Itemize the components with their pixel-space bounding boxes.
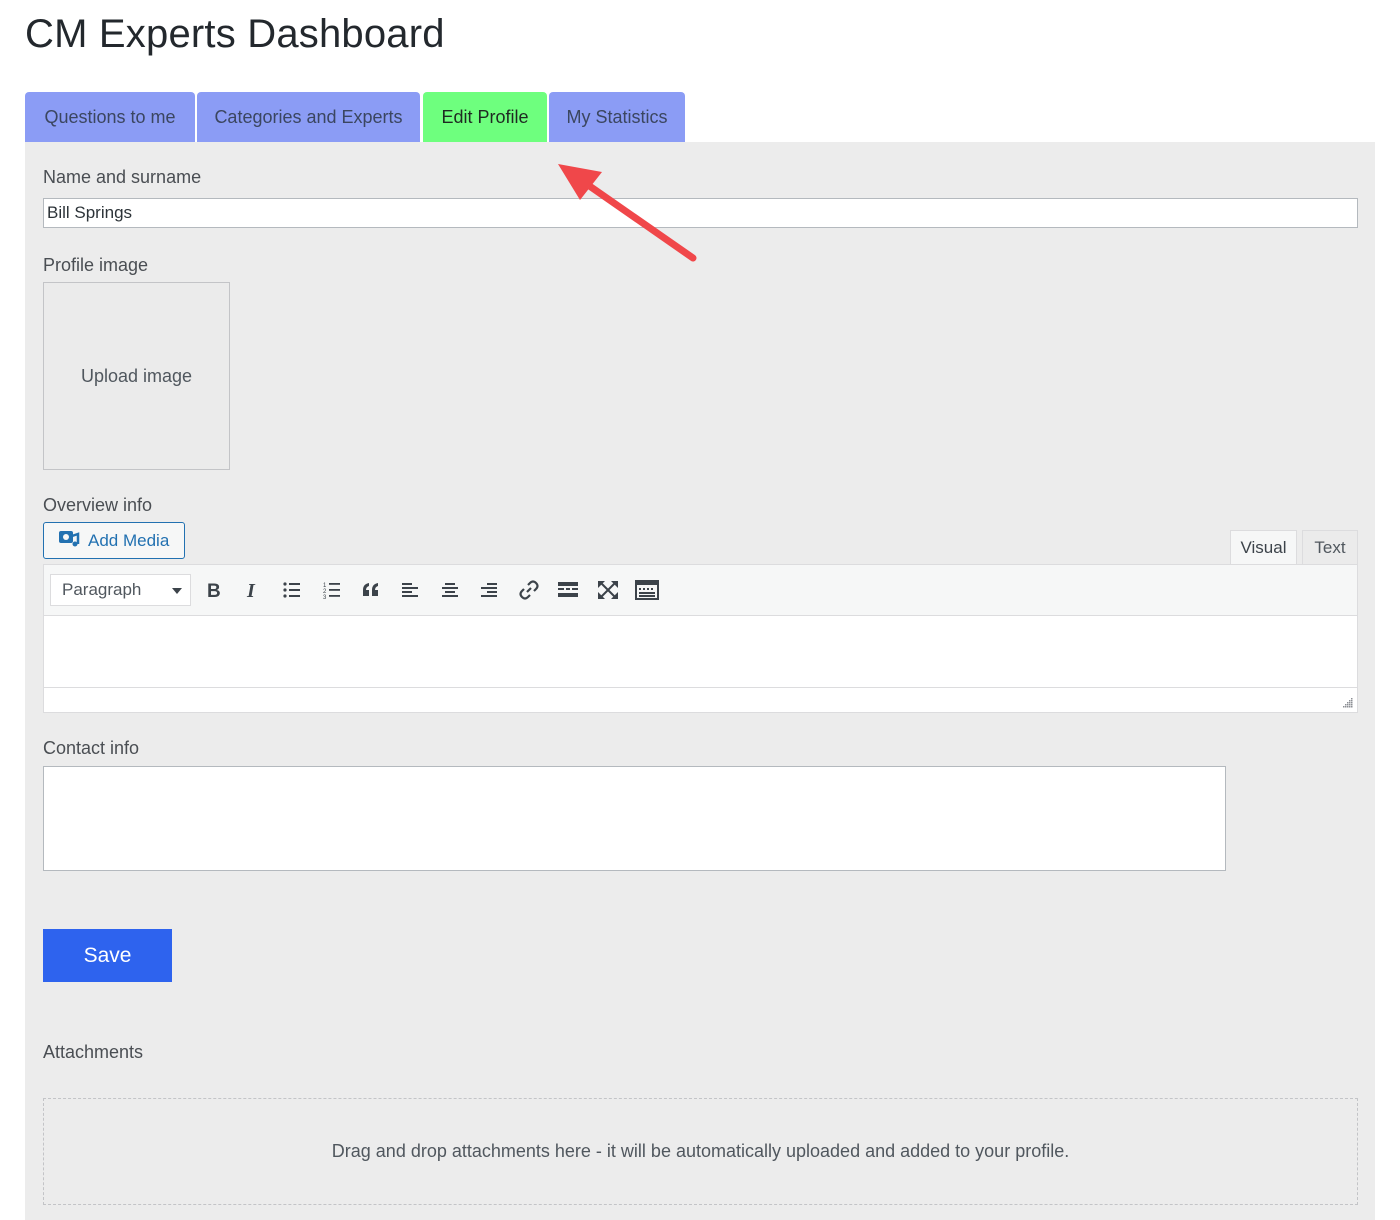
tab-edit-profile[interactable]: Edit Profile <box>423 92 547 142</box>
edit-profile-panel: Name and surname Profile image Upload im… <box>25 142 1375 1220</box>
editor-status-bar <box>44 687 1357 712</box>
tab-my-statistics[interactable]: My Statistics <box>549 92 685 142</box>
name-label: Name and surname <box>43 167 202 187</box>
editor-toolbar: Paragraph B I 1 2 3 <box>44 565 1357 616</box>
overview-editor: Paragraph B I 1 2 3 <box>43 564 1358 713</box>
format-select-value: Paragraph <box>62 580 142 599</box>
align-left-icon[interactable] <box>395 575 425 605</box>
profile-image-label: Profile image <box>43 255 149 275</box>
add-media-icon <box>58 528 80 553</box>
read-more-icon[interactable] <box>553 575 583 605</box>
save-button[interactable]: Save <box>43 929 172 982</box>
align-right-icon[interactable] <box>474 575 504 605</box>
annotation-arrow-icon <box>558 164 697 262</box>
tab-questions-to-me[interactable]: Questions to me <box>25 92 195 142</box>
link-icon[interactable] <box>514 575 544 605</box>
numbered-list-icon[interactable]: 1 2 3 <box>317 575 347 605</box>
attachments-label: Attachments <box>43 1042 144 1062</box>
attachments-dropzone[interactable]: Drag and drop attachments here - it will… <box>43 1098 1358 1205</box>
fullscreen-icon[interactable] <box>593 575 623 605</box>
blockquote-icon[interactable] <box>356 575 386 605</box>
svg-text:B: B <box>207 581 221 600</box>
add-media-button[interactable]: Add Media <box>43 522 185 559</box>
chevron-down-icon <box>172 588 182 594</box>
add-media-label: Add Media <box>88 530 170 550</box>
contact-label: Contact info <box>43 738 140 758</box>
align-center-icon[interactable] <box>435 575 465 605</box>
italic-icon[interactable]: I <box>237 575 267 605</box>
overview-label: Overview info <box>43 495 153 515</box>
tab-categories-and-experts[interactable]: Categories and Experts <box>197 92 420 142</box>
bold-icon[interactable]: B <box>198 575 228 605</box>
resize-handle-icon[interactable] <box>1341 696 1353 708</box>
contact-textarea[interactable] <box>43 766 1226 871</box>
overview-editor-body[interactable] <box>44 617 1357 687</box>
bullet-list-icon[interactable] <box>277 575 307 605</box>
upload-image-label: Upload image <box>80 365 193 386</box>
editor-text-tab[interactable]: Text <box>1302 530 1358 564</box>
editor-visual-tab[interactable]: Visual <box>1230 530 1297 565</box>
dropzone-text: Drag and drop attachments here - it will… <box>331 1141 1070 1161</box>
toolbar-toggle-icon[interactable] <box>632 575 662 605</box>
format-select[interactable]: Paragraph <box>50 574 191 606</box>
svg-text:I: I <box>246 580 256 600</box>
page-title: CM Experts Dashboard <box>25 12 445 56</box>
svg-text:3: 3 <box>323 595 327 600</box>
upload-image-button[interactable]: Upload image <box>43 282 230 470</box>
